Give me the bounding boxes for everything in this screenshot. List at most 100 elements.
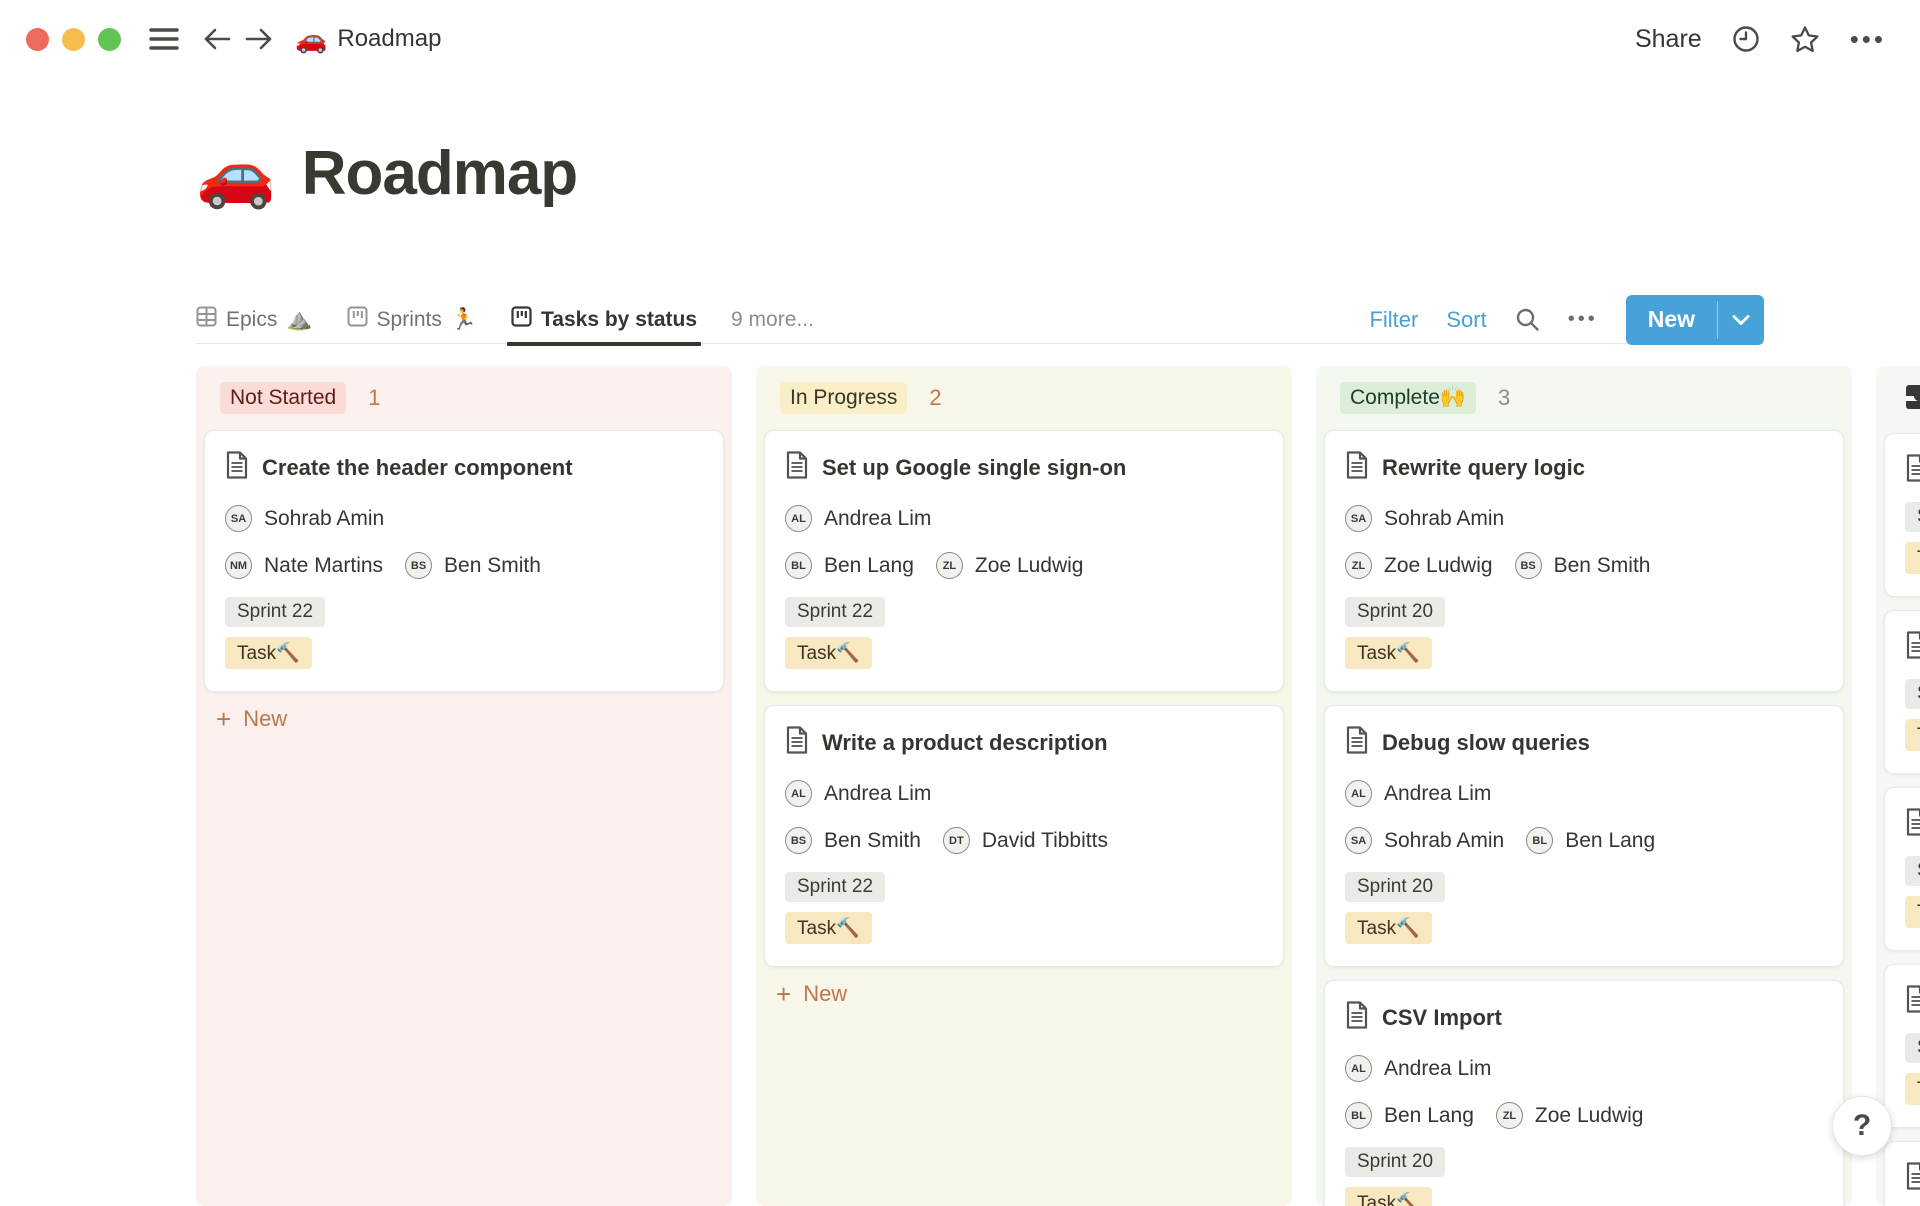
assignee[interactable]: SA Sohrab Amin <box>225 505 384 532</box>
sprint-tag[interactable]: Sprint 20 <box>1345 597 1445 627</box>
tab-sprints[interactable]: Sprints 🏃 <box>347 296 478 344</box>
view-tabs-row: Epics ⛰️ Sprints 🏃 Tasks by status 9 mor… <box>196 296 1764 344</box>
inbox-icon <box>1904 382 1920 417</box>
card-title: Debug slow queries <box>1382 730 1590 756</box>
sprint-tag[interactable]: Sprint 22 <box>785 597 885 627</box>
assignee[interactable]: BSBen Smith <box>1515 552 1651 579</box>
clock-history-icon[interactable] <box>1732 25 1760 53</box>
task-card[interactable]: Sprint Task🔨 <box>1884 787 1920 951</box>
assignee[interactable]: SASohrab Amin <box>1345 827 1504 854</box>
assignee-name: Sohrab Amin <box>264 507 384 531</box>
tab-tasks-by-status[interactable]: Tasks by status <box>511 296 697 344</box>
close-window-button[interactable] <box>26 28 49 51</box>
sprint-tag[interactable]: Sprint 22 <box>225 597 325 627</box>
avatar: SA <box>225 505 252 532</box>
assignee[interactable]: SASohrab Amin <box>1345 505 1504 532</box>
avatar: SA <box>1345 505 1372 532</box>
more-views-link[interactable]: 9 more... <box>731 308 814 332</box>
task-card[interactable]: Create the header component SASohrab Ami… <box>204 430 724 692</box>
forward-arrow-icon[interactable] <box>245 27 273 51</box>
page-icon <box>225 451 249 485</box>
add-card-button[interactable]: +New <box>216 706 287 732</box>
assignee-name: Nate Martins <box>264 554 383 578</box>
assignee-name: Andrea Lim <box>1384 1057 1491 1081</box>
assignee[interactable]: ZLZoe Ludwig <box>936 552 1084 579</box>
column-header[interactable]: Not Started 1 <box>220 382 718 414</box>
assignee[interactable]: ALAndrea Lim <box>785 780 931 807</box>
sprint-tag[interactable]: Sprint 22 <box>785 872 885 902</box>
page-icon <box>1905 454 1920 488</box>
task-card[interactable]: Write a product description ALAndrea Lim… <box>764 705 1284 967</box>
avatar: AL <box>1345 1055 1372 1082</box>
share-button[interactable]: Share <box>1635 25 1702 54</box>
sprint-tag[interactable]: Sprint <box>1905 679 1920 709</box>
help-button[interactable]: ? <box>1832 1096 1892 1156</box>
avatar: SA <box>1345 827 1372 854</box>
task-type-tag[interactable]: Task🔨 <box>1345 637 1432 669</box>
assignee-name: Andrea Lim <box>824 507 931 531</box>
assignee[interactable]: ALAndrea Lim <box>1345 780 1491 807</box>
task-type-tag[interactable]: Task🔨 <box>1905 1073 1920 1105</box>
task-card[interactable]: Sprint Task🔨 <box>1884 1141 1920 1206</box>
task-type-tag[interactable]: Task🔨 <box>785 637 872 669</box>
car-emoji-page-icon[interactable]: 🚗 <box>196 142 276 206</box>
back-arrow-icon[interactable] <box>203 27 231 51</box>
assignee[interactable]: BSBen Smith <box>785 827 921 854</box>
assignee[interactable]: BSBen Smith <box>405 552 541 579</box>
task-card[interactable]: Sprint Task🔨 <box>1884 433 1920 597</box>
column-header[interactable] <box>1904 382 1920 417</box>
task-type-tag[interactable]: Task🔨 <box>1345 1187 1432 1206</box>
tab-epics[interactable]: Epics ⛰️ <box>196 296 313 344</box>
assignee[interactable]: ZLZoe Ludwig <box>1345 552 1493 579</box>
task-type-tag[interactable]: Task🔨 <box>1905 896 1920 928</box>
favorite-star-icon[interactable] <box>1790 25 1820 53</box>
task-card[interactable]: Sprint Task🔨 <box>1884 964 1920 1128</box>
column-not-started: Not Started 1 Create the header componen… <box>196 366 732 1206</box>
sprint-tag[interactable]: Sprint <box>1905 1033 1920 1063</box>
new-dropdown-chevron-icon[interactable] <box>1718 295 1764 345</box>
zoom-window-button[interactable] <box>98 28 121 51</box>
assignee[interactable]: BLBen Lang <box>1345 1102 1474 1129</box>
sidebar-menu-icon[interactable] <box>149 27 179 51</box>
task-type-tag[interactable]: Task🔨 <box>1905 542 1920 574</box>
task-card[interactable]: CSV Import ALAndrea Lim BLBen Lang ZLZoe… <box>1324 980 1844 1206</box>
card-count: 3 <box>1498 385 1510 411</box>
task-type-tag[interactable]: Task🔨 <box>1345 912 1432 944</box>
task-type-tag[interactable]: Task🔨 <box>785 912 872 944</box>
sprint-tag[interactable]: Sprint <box>1905 502 1920 532</box>
view-options-icon[interactable]: ••• <box>1568 308 1598 331</box>
column-header[interactable]: In Progress 2 <box>780 382 1278 414</box>
avatar: ZL <box>1496 1102 1523 1129</box>
column-complete: Complete🙌 3 Rewrite query logic SASohrab… <box>1316 366 1852 1206</box>
column-header[interactable]: Complete🙌 3 <box>1340 382 1838 414</box>
task-type-tag[interactable]: Task🔨 <box>1905 719 1920 751</box>
minimize-window-button[interactable] <box>62 28 85 51</box>
task-card[interactable]: Sprint Task🔨 <box>1884 610 1920 774</box>
page-header: 🚗 Roadmap <box>196 138 577 209</box>
assignee[interactable]: AL Andrea Lim <box>1345 1055 1491 1082</box>
assignee-name: Ben Smith <box>1554 554 1651 578</box>
add-card-button[interactable]: +New <box>776 981 847 1007</box>
task-card[interactable]: Set up Google single sign-on ALAndrea Li… <box>764 430 1284 692</box>
assignee[interactable]: BLBen Lang <box>785 552 914 579</box>
plus-icon: + <box>776 981 791 1007</box>
assignee[interactable]: BLBen Lang <box>1526 827 1655 854</box>
assignee[interactable]: ALAndrea Lim <box>785 505 931 532</box>
assignee[interactable]: ZLZoe Ludwig <box>1496 1102 1644 1129</box>
assignee[interactable]: DTDavid Tibbitts <box>943 827 1108 854</box>
task-card[interactable]: Debug slow queries ALAndrea Lim SASohrab… <box>1324 705 1844 967</box>
assignee-name: David Tibbitts <box>982 829 1108 853</box>
search-icon[interactable] <box>1515 307 1540 332</box>
assignee[interactable]: NMNate Martins <box>225 552 383 579</box>
avatar: AL <box>1345 780 1372 807</box>
more-options-icon[interactable]: ••• <box>1850 24 1886 55</box>
breadcrumb[interactable]: 🚗 Roadmap <box>295 24 441 55</box>
new-button[interactable]: New <box>1626 295 1717 345</box>
sprint-tag[interactable]: Sprint 20 <box>1345 1147 1445 1177</box>
task-type-tag[interactable]: Task🔨 <box>225 637 312 669</box>
task-card[interactable]: Rewrite query logic SASohrab Amin ZLZoe … <box>1324 430 1844 692</box>
filter-button[interactable]: Filter <box>1369 307 1418 333</box>
sort-button[interactable]: Sort <box>1446 307 1486 333</box>
sprint-tag[interactable]: Sprint <box>1905 856 1920 886</box>
sprint-tag[interactable]: Sprint 20 <box>1345 872 1445 902</box>
